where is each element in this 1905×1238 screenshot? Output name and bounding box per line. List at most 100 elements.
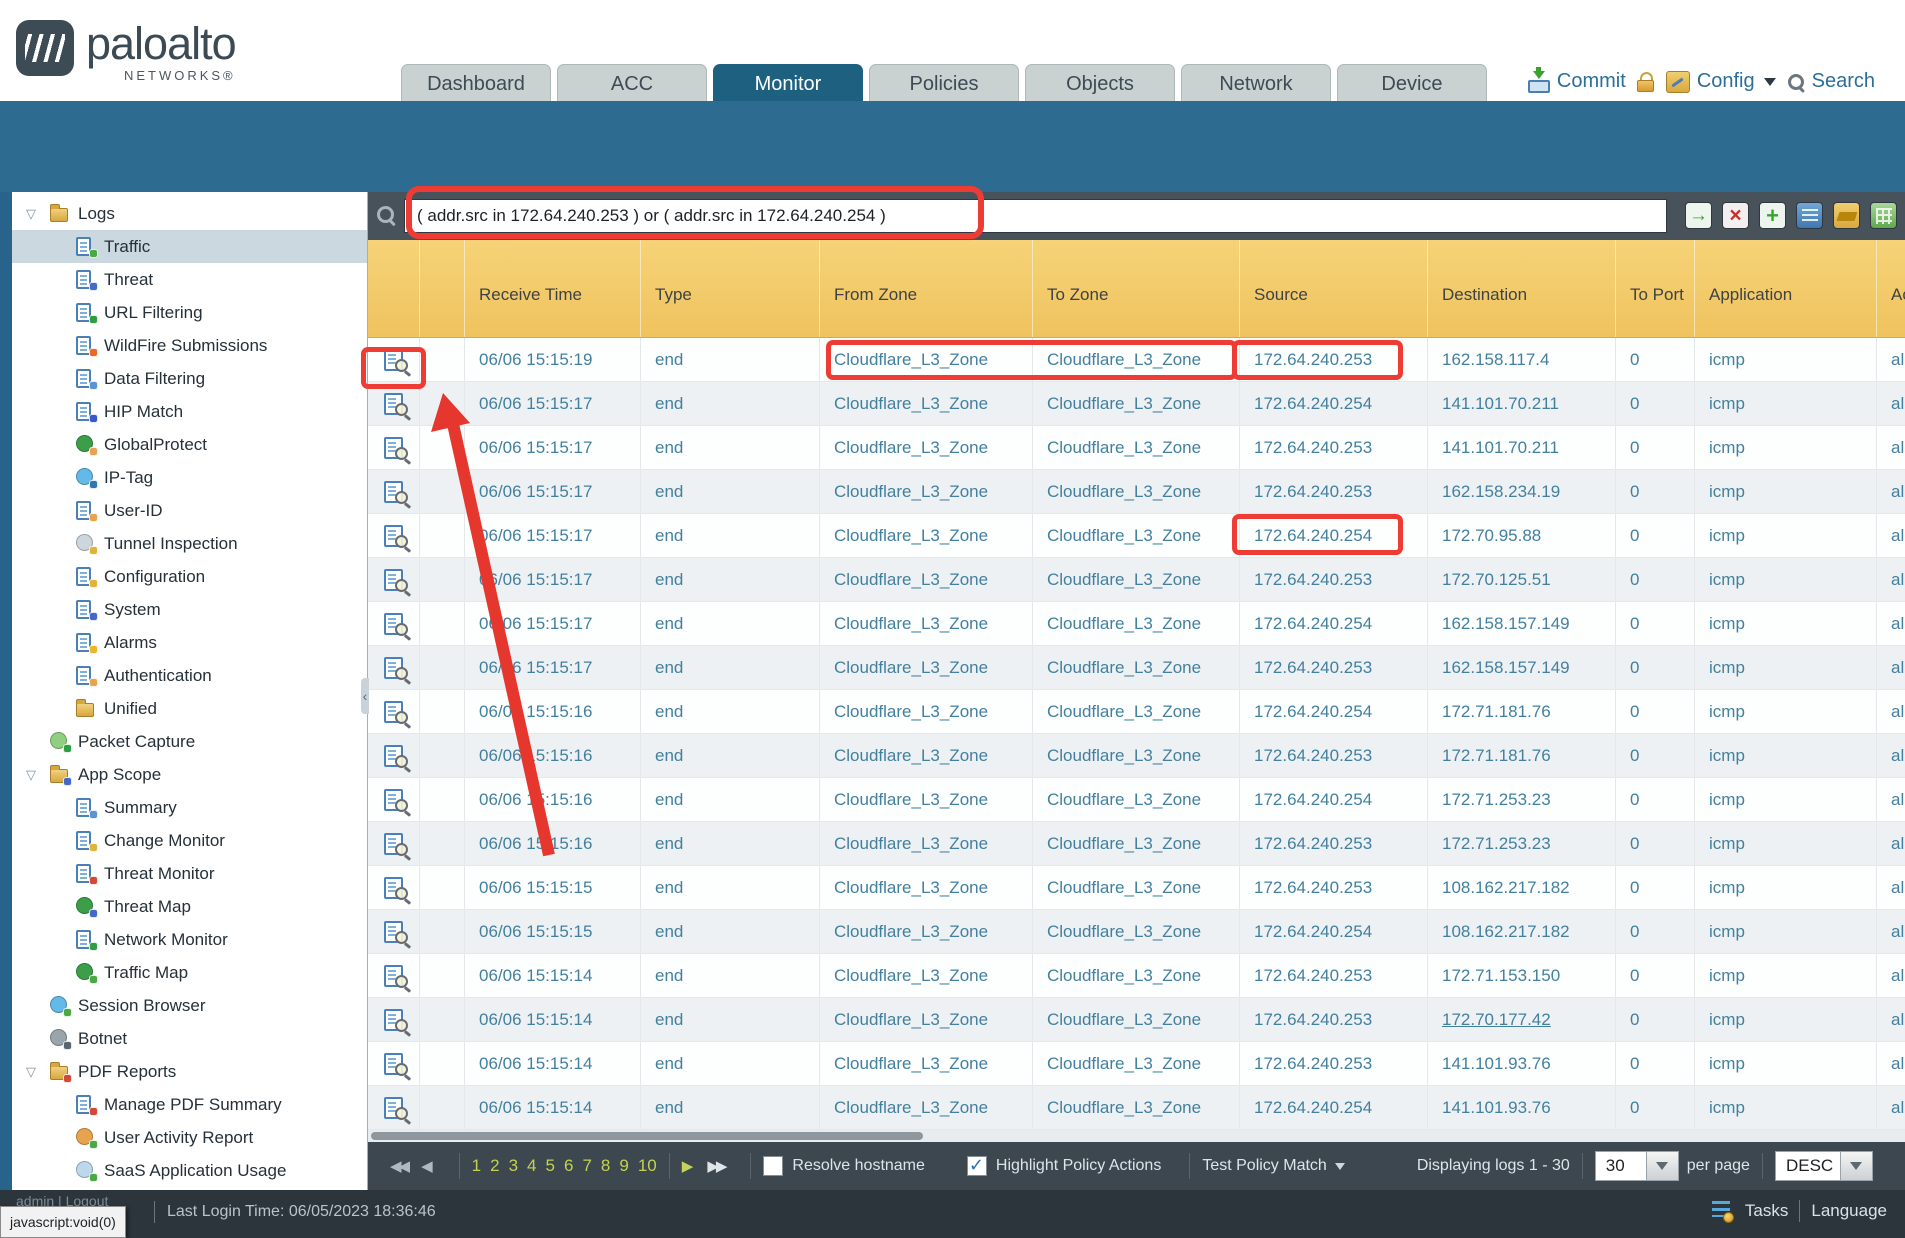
log-detail-icon[interactable] — [384, 481, 403, 503]
last-page-button[interactable]: ▶▶ — [707, 1157, 724, 1175]
horizontal-scrollbar[interactable] — [368, 1130, 1905, 1142]
per-page-dropdown-button[interactable] — [1647, 1151, 1679, 1181]
table-row[interactable]: 06/06 15:15:17endCloudflare_L3_ZoneCloud… — [368, 514, 1905, 558]
sidebar-item-system[interactable]: System — [12, 593, 367, 626]
cell-from-zone[interactable]: Cloudflare_L3_Zone — [820, 470, 1033, 513]
cell-source[interactable]: 172.64.240.254 — [1240, 382, 1428, 425]
cell-source[interactable]: 172.64.240.253 — [1240, 470, 1428, 513]
page-number-7[interactable]: 7 — [582, 1156, 591, 1176]
log-detail-icon[interactable] — [384, 1053, 403, 1075]
cell-to-zone[interactable]: Cloudflare_L3_Zone — [1033, 998, 1240, 1041]
cell-to-zone[interactable]: Cloudflare_L3_Zone — [1033, 910, 1240, 953]
cell-to-zone[interactable]: Cloudflare_L3_Zone — [1033, 514, 1240, 557]
next-page-button[interactable]: ▶ — [682, 1157, 694, 1175]
expander-icon[interactable]: ▽ — [26, 767, 50, 783]
table-row[interactable]: 06/06 15:15:14endCloudflare_L3_ZoneCloud… — [368, 998, 1905, 1042]
cell-from-zone[interactable]: Cloudflare_L3_Zone — [820, 778, 1033, 821]
test-policy-match-button[interactable]: Test Policy Match — [1202, 1157, 1344, 1175]
sidebar-item-url-filtering[interactable]: URL Filtering — [12, 296, 367, 329]
load-filter-icon[interactable] — [1833, 202, 1860, 229]
sidebar-item-threat-monitor[interactable]: Threat Monitor — [12, 857, 367, 890]
cell-destination[interactable]: 141.101.93.76 — [1428, 1086, 1616, 1129]
log-detail-icon[interactable] — [384, 525, 403, 547]
sidebar-item-unified[interactable]: Unified — [12, 692, 367, 725]
cell-to-zone[interactable]: Cloudflare_L3_Zone — [1033, 734, 1240, 777]
cell-source[interactable]: 172.64.240.254 — [1240, 690, 1428, 733]
cell-destination[interactable]: 108.162.217.182 — [1428, 866, 1616, 909]
cell-from-zone[interactable]: Cloudflare_L3_Zone — [820, 558, 1033, 601]
cell-destination[interactable]: 172.71.181.76 — [1428, 734, 1616, 777]
cell-to-zone[interactable]: Cloudflare_L3_Zone — [1033, 866, 1240, 909]
save-filter-icon[interactable] — [1796, 202, 1823, 229]
highlight-policy-actions-checkbox[interactable] — [967, 1156, 987, 1176]
sort-order-select[interactable]: DESC — [1775, 1151, 1841, 1181]
table-row[interactable]: 06/06 15:15:16endCloudflare_L3_ZoneCloud… — [368, 734, 1905, 778]
tab-monitor[interactable]: Monitor — [713, 64, 863, 102]
table-row[interactable]: 06/06 15:15:14endCloudflare_L3_ZoneCloud… — [368, 954, 1905, 998]
export-logs-icon[interactable] — [1870, 202, 1897, 229]
tasks-button[interactable]: Tasks — [1745, 1201, 1788, 1221]
cell-from-zone[interactable]: Cloudflare_L3_Zone — [820, 822, 1033, 865]
cell-from-zone[interactable]: Cloudflare_L3_Zone — [820, 954, 1033, 997]
sidebar-item-globalprotect[interactable]: GlobalProtect — [12, 428, 367, 461]
sidebar-item-user-id[interactable]: User-ID — [12, 494, 367, 527]
cell-destination[interactable]: 172.71.253.23 — [1428, 822, 1616, 865]
page-number-8[interactable]: 8 — [601, 1156, 610, 1176]
log-detail-icon[interactable] — [384, 789, 403, 811]
log-detail-icon[interactable] — [384, 349, 403, 371]
sidebar-item-traffic[interactable]: Traffic — [12, 230, 367, 263]
commit-button[interactable]: Commit — [1526, 70, 1626, 94]
cell-source[interactable]: 172.64.240.253 — [1240, 998, 1428, 1041]
page-number-5[interactable]: 5 — [546, 1156, 555, 1176]
config-menu-button[interactable]: Config — [1666, 70, 1778, 93]
table-row[interactable]: 06/06 15:15:16endCloudflare_L3_ZoneCloud… — [368, 822, 1905, 866]
col-application[interactable]: Application — [1695, 240, 1877, 337]
apply-filter-icon[interactable]: → — [1685, 202, 1712, 229]
table-row[interactable]: 06/06 15:15:14endCloudflare_L3_ZoneCloud… — [368, 1086, 1905, 1130]
page-number-1[interactable]: 1 — [472, 1156, 481, 1176]
cell-destination[interactable]: 162.158.234.19 — [1428, 470, 1616, 513]
table-row[interactable]: 06/06 15:15:19endCloudflare_L3_ZoneCloud… — [368, 338, 1905, 382]
search-button[interactable]: Search — [1787, 70, 1875, 93]
tab-policies[interactable]: Policies — [869, 64, 1019, 102]
col-type[interactable]: Type — [641, 240, 820, 337]
tab-objects[interactable]: Objects — [1025, 64, 1175, 102]
table-row[interactable]: 06/06 15:15:16endCloudflare_L3_ZoneCloud… — [368, 690, 1905, 734]
cell-source[interactable]: 172.64.240.253 — [1240, 822, 1428, 865]
col-from-zone[interactable]: From Zone — [820, 240, 1033, 337]
sort-order-dropdown-button[interactable] — [1841, 1151, 1873, 1181]
page-number-10[interactable]: 10 — [638, 1156, 657, 1176]
cell-source[interactable]: 172.64.240.254 — [1240, 602, 1428, 645]
cell-from-zone[interactable]: Cloudflare_L3_Zone — [820, 514, 1033, 557]
table-row[interactable]: 06/06 15:15:17endCloudflare_L3_ZoneCloud… — [368, 426, 1905, 470]
log-detail-icon[interactable] — [384, 921, 403, 943]
table-row[interactable]: 06/06 15:15:16endCloudflare_L3_ZoneCloud… — [368, 778, 1905, 822]
cell-to-zone[interactable]: Cloudflare_L3_Zone — [1033, 382, 1240, 425]
cell-to-zone[interactable]: Cloudflare_L3_Zone — [1033, 778, 1240, 821]
cell-destination[interactable]: 172.70.95.88 — [1428, 514, 1616, 557]
cell-from-zone[interactable]: Cloudflare_L3_Zone — [820, 646, 1033, 689]
cell-source[interactable]: 172.64.240.254 — [1240, 514, 1428, 557]
cell-to-zone[interactable]: Cloudflare_L3_Zone — [1033, 338, 1240, 381]
cell-destination[interactable]: 162.158.157.149 — [1428, 646, 1616, 689]
cell-to-zone[interactable]: Cloudflare_L3_Zone — [1033, 426, 1240, 469]
log-detail-icon[interactable] — [384, 965, 403, 987]
col-action[interactable]: Action — [1877, 240, 1905, 337]
sidebar-item-network-monitor[interactable]: Network Monitor — [12, 923, 367, 956]
tab-device[interactable]: Device — [1337, 64, 1487, 102]
cell-source[interactable]: 172.64.240.254 — [1240, 778, 1428, 821]
cell-from-zone[interactable]: Cloudflare_L3_Zone — [820, 690, 1033, 733]
table-row[interactable]: 06/06 15:15:17endCloudflare_L3_ZoneCloud… — [368, 470, 1905, 514]
cell-from-zone[interactable]: Cloudflare_L3_Zone — [820, 382, 1033, 425]
log-detail-icon[interactable] — [384, 613, 403, 635]
cell-from-zone[interactable]: Cloudflare_L3_Zone — [820, 602, 1033, 645]
cell-destination[interactable]: 162.158.157.149 — [1428, 602, 1616, 645]
cell-to-zone[interactable]: Cloudflare_L3_Zone — [1033, 690, 1240, 733]
col-source[interactable]: Source — [1240, 240, 1428, 337]
col-to-zone[interactable]: To Zone — [1033, 240, 1240, 337]
filter-query-input[interactable] — [404, 199, 1667, 233]
cell-from-zone[interactable]: Cloudflare_L3_Zone — [820, 866, 1033, 909]
cell-from-zone[interactable]: Cloudflare_L3_Zone — [820, 910, 1033, 953]
cell-destination[interactable]: 172.70.177.42 — [1428, 998, 1616, 1041]
col-receive-time[interactable]: Receive Time — [465, 240, 641, 337]
